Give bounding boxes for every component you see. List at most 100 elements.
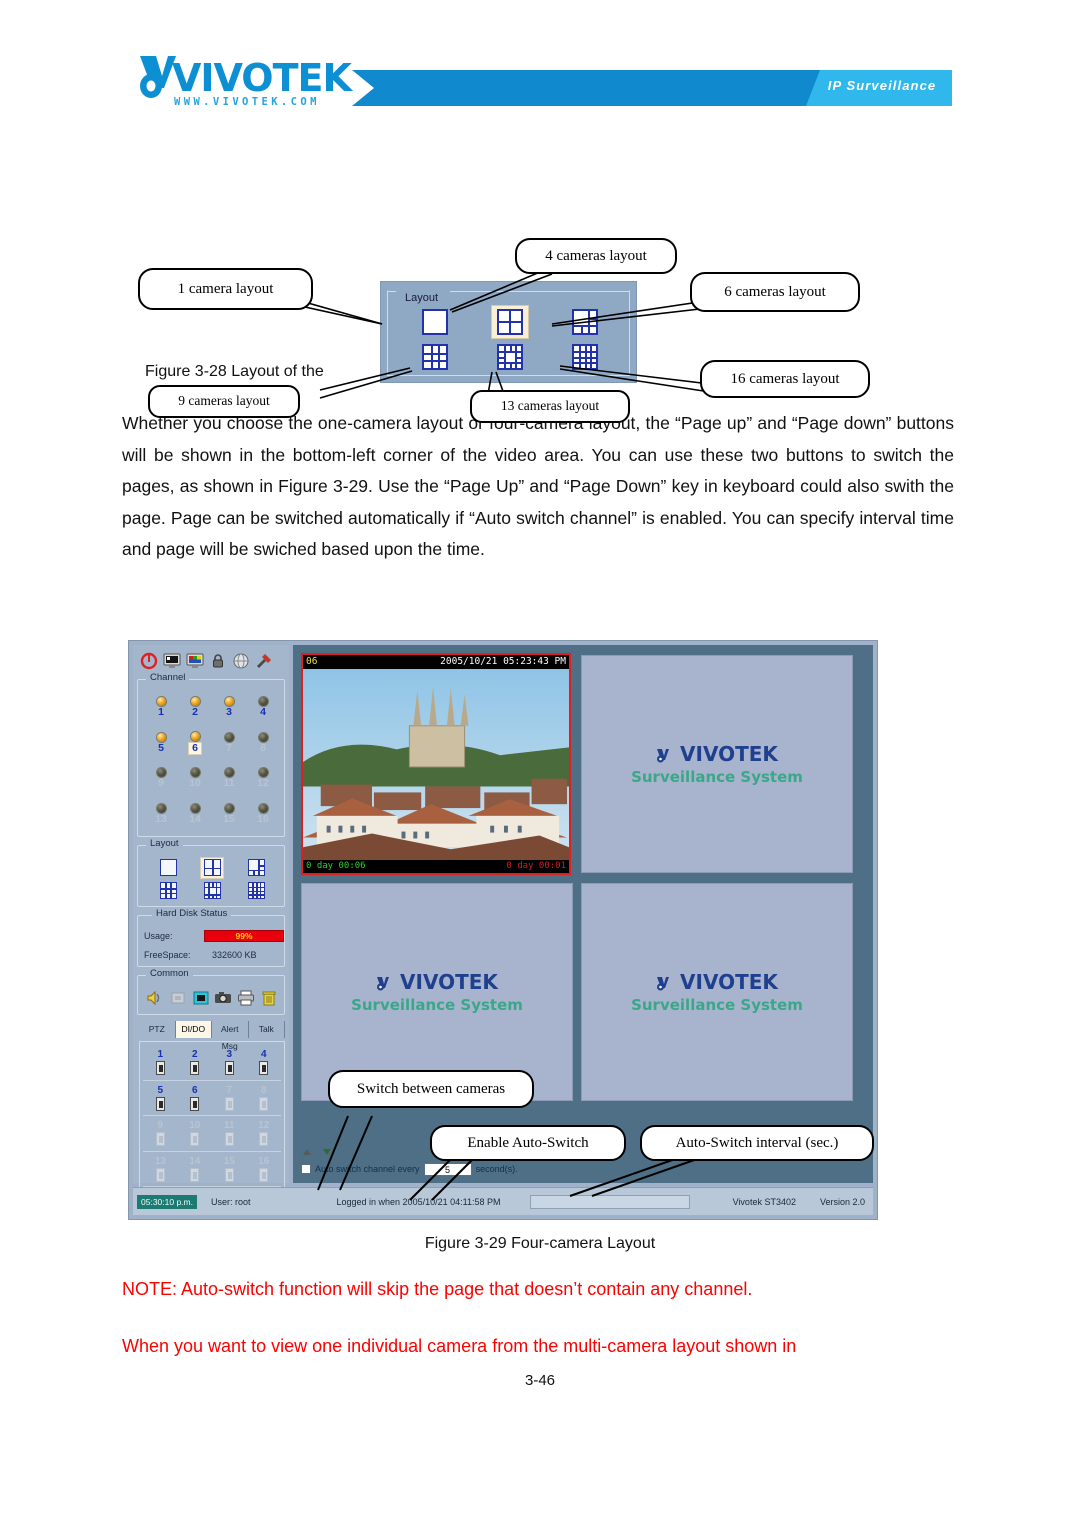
channel-item[interactable]: 12 xyxy=(246,761,280,797)
channel-led xyxy=(224,732,234,742)
status-product: Vivotek ST3402 xyxy=(732,1196,796,1207)
channel-number: 10 xyxy=(189,777,201,790)
dido-number: 13 xyxy=(154,1155,166,1167)
sidebar-layout-1-camera[interactable] xyxy=(156,857,180,879)
mute-icon[interactable] xyxy=(169,989,187,1007)
usage-bar: 99% xyxy=(204,930,284,942)
channel-number: 11 xyxy=(223,777,235,790)
video-cell-placeholder[interactable]: VIVOTEK Surveillance System xyxy=(581,655,853,873)
placeholder-subtitle: Surveillance System xyxy=(631,996,803,1015)
channel-item[interactable]: 14 xyxy=(178,797,212,833)
auto-switch-interval-input[interactable]: 5 xyxy=(423,1162,472,1176)
channel-item[interactable]: 7 xyxy=(212,726,246,762)
channel-item[interactable]: 4 xyxy=(246,690,280,726)
layout-13-camera[interactable] xyxy=(491,340,529,374)
channel-item[interactable]: 16 xyxy=(246,797,280,833)
power-icon[interactable] xyxy=(140,652,158,670)
dido-item[interactable]: 2 xyxy=(177,1045,212,1081)
layout-1-camera[interactable] xyxy=(416,305,454,339)
dido-item[interactable]: 14 xyxy=(177,1152,212,1187)
dido-item[interactable]: 12 xyxy=(246,1116,281,1152)
display-icon[interactable] xyxy=(186,652,204,670)
tab-ptz[interactable]: PTZ xyxy=(139,1021,176,1038)
status-user: User: root xyxy=(210,1196,251,1207)
dido-item[interactable]: 8 xyxy=(246,1081,281,1116)
relay-icon xyxy=(224,1061,234,1076)
channel-led xyxy=(156,732,166,742)
snapshot-icon[interactable] xyxy=(214,989,232,1007)
hard-disk-status-group: Hard Disk Status Usage: 99% FreeSpace: 3… xyxy=(137,908,285,967)
channel-led xyxy=(156,697,166,707)
channel-item[interactable]: 10 xyxy=(178,761,212,797)
auto-switch-suffix-label: second(s). xyxy=(475,1164,518,1174)
print-icon[interactable] xyxy=(237,989,255,1007)
dido-item[interactable]: 13 xyxy=(143,1152,178,1187)
layout-6-camera[interactable] xyxy=(566,305,604,339)
dido-item[interactable]: 11 xyxy=(212,1116,247,1152)
lock-icon[interactable] xyxy=(209,652,227,670)
dido-item[interactable]: 16 xyxy=(246,1152,281,1187)
enable-auto-switch-checkbox[interactable] xyxy=(301,1164,311,1174)
common-icon-row xyxy=(144,986,280,1010)
layout-4-camera[interactable] xyxy=(490,304,529,339)
channel-led xyxy=(156,768,166,778)
channel-item[interactable]: 1 xyxy=(144,690,178,726)
channel-item[interactable]: 15 xyxy=(212,797,246,833)
page-up-icon[interactable] xyxy=(301,1145,313,1157)
dido-item[interactable]: 6 xyxy=(177,1081,212,1116)
tab-alert-msg[interactable]: Alert Msg xyxy=(212,1021,249,1051)
channel-led xyxy=(258,803,268,813)
dido-item[interactable]: 5 xyxy=(143,1081,178,1116)
placeholder-wordmark: VIVOTEK xyxy=(302,970,572,994)
channel-item[interactable]: 9 xyxy=(144,761,178,797)
dido-item[interactable]: 15 xyxy=(212,1152,247,1187)
common-group: Common xyxy=(137,968,285,1015)
dido-item[interactable]: 9 xyxy=(143,1116,178,1152)
video-cell-placeholder[interactable]: VIVOTEK Surveillance System xyxy=(301,883,573,1101)
dido-item[interactable]: 1 xyxy=(143,1045,178,1081)
dido-item[interactable]: 7 xyxy=(212,1081,247,1116)
channel-item[interactable]: 13 xyxy=(144,797,178,833)
dido-grid: 1 2 3 4 5 6 7 8 9 10 11 12 13 14 15 16 xyxy=(139,1041,285,1191)
speaker-icon[interactable] xyxy=(146,989,164,1007)
dido-number: 4 xyxy=(260,1049,267,1061)
video-cell-camera-06[interactable]: 06 2005/10/21 05:23:43 PM 0 day 00:06 0 … xyxy=(301,653,571,875)
sidebar-layout-16-camera[interactable] xyxy=(244,880,268,902)
sidebar-layout-9-camera[interactable] xyxy=(156,880,180,902)
video-cell-placeholder[interactable]: VIVOTEK Surveillance System xyxy=(581,883,853,1101)
sidebar-layout-4-camera[interactable] xyxy=(200,856,224,879)
usage-value: 99% xyxy=(235,931,253,941)
status-message-field[interactable] xyxy=(530,1194,691,1209)
channel-item[interactable]: 3 xyxy=(212,690,246,726)
relay-icon xyxy=(155,1167,165,1182)
monitor-icon[interactable] xyxy=(163,652,181,670)
dido-item[interactable]: 3 xyxy=(212,1045,247,1081)
trash-icon[interactable] xyxy=(260,989,278,1007)
channel-item-selected[interactable]: 6 xyxy=(178,726,212,762)
channel-item[interactable]: 8 xyxy=(246,726,280,762)
tab-talk[interactable]: Talk xyxy=(249,1021,285,1038)
layout-16-camera-glyph xyxy=(571,343,598,370)
sidebar-layout-13-camera[interactable] xyxy=(200,880,224,902)
channel-item[interactable]: 5 xyxy=(144,726,178,762)
callout-4-cameras: 4 cameras layout xyxy=(515,238,677,274)
network-icon[interactable] xyxy=(232,652,250,670)
channel-item[interactable]: 2 xyxy=(178,690,212,726)
layout-16-camera[interactable] xyxy=(566,340,604,374)
channel-led xyxy=(190,768,200,778)
layout-9-camera[interactable] xyxy=(416,340,454,374)
dido-item[interactable]: 4 xyxy=(246,1045,281,1081)
layout-4-camera-glyph xyxy=(203,859,221,876)
record-icon[interactable] xyxy=(192,989,210,1007)
settings-icon[interactable] xyxy=(255,652,273,670)
channel-led xyxy=(224,697,234,707)
tab-dido[interactable]: DI/DO xyxy=(175,1021,212,1038)
dido-item[interactable]: 10 xyxy=(177,1116,212,1152)
channel-led xyxy=(190,731,200,741)
channel-item[interactable]: 11 xyxy=(212,761,246,797)
page-down-icon[interactable] xyxy=(321,1145,333,1157)
sidebar-layout-6-camera[interactable] xyxy=(244,857,268,879)
dido-number: 10 xyxy=(189,1120,201,1132)
relay-icon xyxy=(155,1132,165,1147)
channel-number: 3 xyxy=(226,706,232,719)
